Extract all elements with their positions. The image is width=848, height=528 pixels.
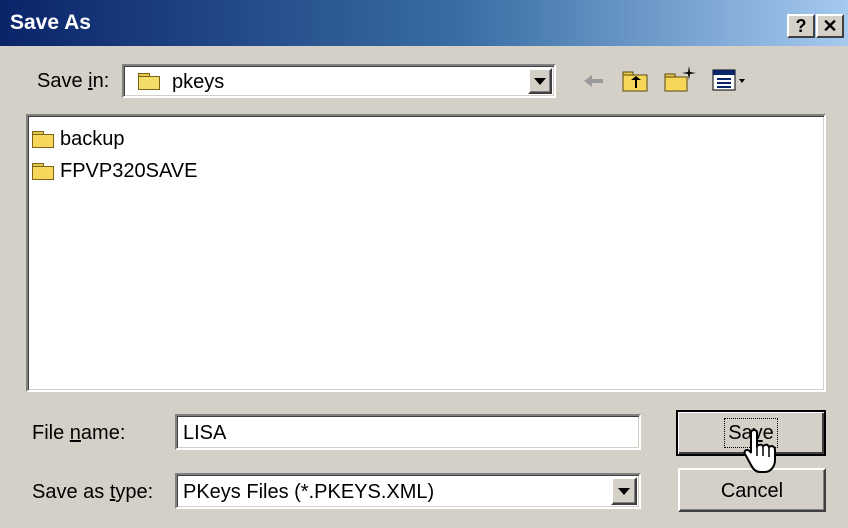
- close-button[interactable]: ✕: [816, 14, 844, 38]
- cancel-button[interactable]: Cancel: [678, 468, 826, 512]
- chevron-down-icon: [618, 488, 630, 495]
- file-name-field[interactable]: LISA: [175, 414, 641, 450]
- save-as-type-value: PKeys Files (*.PKEYS.XML): [183, 481, 435, 503]
- up-folder-icon[interactable]: [621, 66, 651, 94]
- cancel-button-label: Cancel: [720, 480, 784, 502]
- save-in-dropdown-button[interactable]: [528, 68, 552, 94]
- save-in-combobox[interactable]: pkeys: [122, 64, 556, 98]
- new-folder-icon[interactable]: [663, 64, 697, 94]
- list-item-label: backup: [60, 127, 125, 150]
- hand-cursor-icon: [742, 428, 782, 474]
- title-bar[interactable]: Save As ? ✕: [0, 0, 848, 46]
- list-item-fpvp320save[interactable]: FPVP320SAVE: [32, 158, 197, 184]
- save-as-type-label: Save as type:: [32, 481, 154, 503]
- file-list[interactable]: backup FPVP320SAVE: [26, 114, 826, 392]
- list-item-label: FPVP320SAVE: [60, 159, 198, 182]
- help-icon: ?: [795, 16, 807, 36]
- save-in-value: pkeys: [172, 71, 225, 93]
- save-as-type-combobox[interactable]: PKeys Files (*.PKEYS.XML): [175, 473, 641, 509]
- close-icon: ✕: [822, 16, 838, 36]
- open-folder-icon: [138, 73, 160, 94]
- save-in-label: Save in:: [37, 70, 110, 92]
- folder-icon: [32, 131, 54, 148]
- list-item-backup[interactable]: backup: [32, 126, 125, 152]
- save-as-type-dropdown-button[interactable]: [611, 477, 637, 505]
- window-title: Save As: [10, 11, 91, 34]
- chevron-down-icon: [534, 78, 546, 85]
- file-name-label: File name:: [32, 422, 126, 444]
- help-button[interactable]: ?: [787, 14, 815, 38]
- file-name-value: LISA: [183, 422, 227, 444]
- folder-icon: [32, 163, 54, 180]
- view-menu-icon[interactable]: [711, 66, 751, 94]
- back-icon[interactable]: [581, 70, 607, 92]
